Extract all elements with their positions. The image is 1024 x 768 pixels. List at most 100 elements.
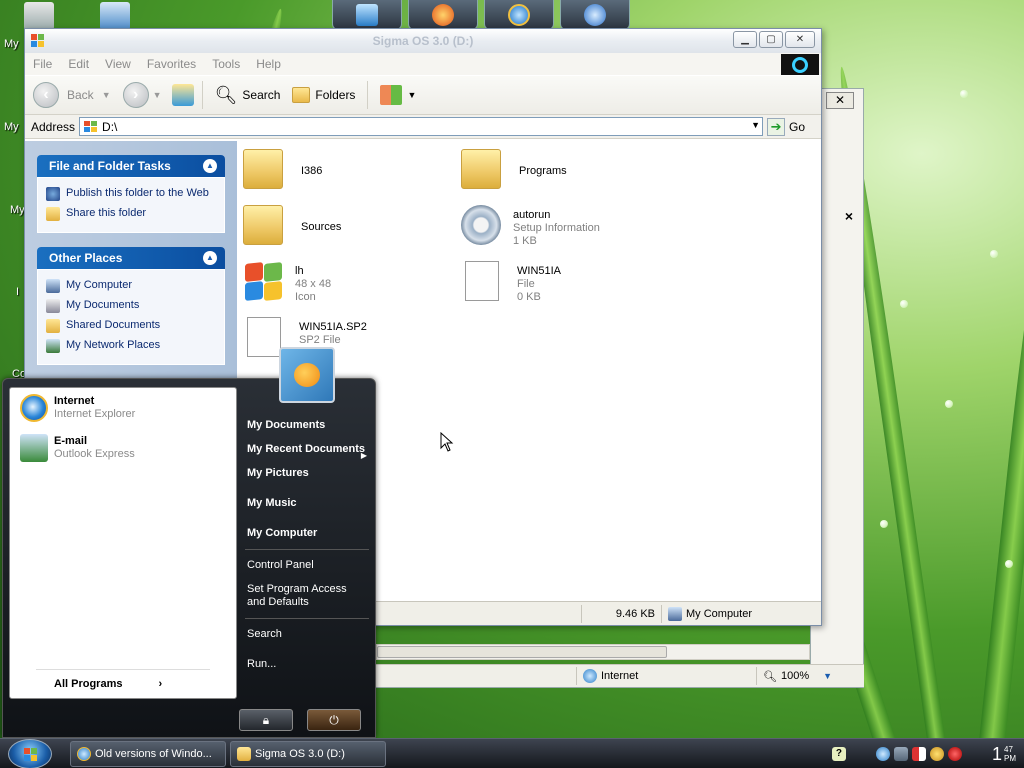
panel-header[interactable]: File and Folder Tasks ▲ [37, 155, 225, 177]
close-button[interactable]: ✕ [785, 31, 815, 48]
dock-item[interactable] [408, 0, 478, 30]
clock[interactable]: 1 47 PM [992, 744, 1016, 765]
ie-zoom[interactable]: 🔍︎ 100% ▼ [756, 667, 856, 685]
menu-set-program-access[interactable]: Set Program Access and Defaults [245, 583, 369, 609]
start-button[interactable] [8, 739, 52, 768]
menu-edit[interactable]: Edit [68, 57, 89, 71]
chevron-down-icon[interactable]: ▼ [823, 671, 832, 681]
desktop-icon-label[interactable]: My [10, 204, 25, 216]
menu-control-panel[interactable]: Control Panel [245, 559, 369, 572]
magnifier-icon: 🔍︎ [763, 670, 777, 683]
dew-drop [945, 400, 953, 408]
status-size: 9.46 KB [581, 604, 661, 623]
ie-info-bar-close-icon[interactable]: × [838, 206, 860, 226]
chevron-down-icon[interactable]: ▼ [751, 120, 760, 130]
place-shared-documents[interactable]: Shared Documents [46, 316, 216, 336]
desktop-icon[interactable] [100, 2, 130, 30]
maximize-button[interactable]: ▢ [759, 31, 783, 48]
back-arrow-icon[interactable]: ‹ [33, 82, 59, 108]
documents-icon [46, 299, 60, 313]
chevron-down-icon[interactable]: ▼ [153, 90, 162, 100]
taskbar-button-browser[interactable]: Old versions of Windo... [70, 741, 226, 767]
shield-icon[interactable] [947, 747, 962, 761]
folders-button[interactable]: Folders [288, 87, 359, 103]
menu-view[interactable]: View [105, 57, 131, 71]
menu-my-music[interactable]: My Music [245, 497, 369, 510]
views-button[interactable]: ▼ [376, 85, 420, 105]
up-folder-icon[interactable] [171, 84, 194, 106]
address-bar: Address D:\ ▼ ➔ Go [25, 115, 821, 139]
menu-tools[interactable]: Tools [212, 57, 240, 71]
desktop-icon-label[interactable]: My [4, 38, 19, 50]
file-item[interactable]: lh 48 x 48 Icon [243, 261, 331, 304]
file-icon [247, 317, 281, 357]
menu-my-computer[interactable]: My Computer [245, 527, 369, 540]
file-item[interactable]: Sources [243, 205, 341, 245]
menu-my-pictures[interactable]: My Pictures [245, 467, 369, 480]
menu-my-recent-documents[interactable]: My Recent Documents ▶ [245, 443, 369, 460]
dew-drop [880, 520, 888, 528]
panel-header[interactable]: Other Places ▲ [37, 247, 225, 269]
title-bar[interactable]: Sigma OS 3.0 (D:) ▁ ▢ ✕ [25, 29, 821, 53]
pinned-title: Internet [54, 395, 95, 407]
file-icon [465, 261, 499, 301]
file-item[interactable]: Programs [461, 149, 567, 189]
collapse-icon[interactable]: ▲ [203, 159, 217, 173]
dock-item[interactable] [484, 0, 554, 30]
power-icon: ⏻ [329, 712, 339, 727]
help-icon[interactable]: ? [831, 747, 846, 761]
pinned-internet[interactable]: Internet Internet Explorer [10, 388, 236, 428]
network-icon[interactable] [875, 747, 890, 761]
search-button[interactable]: 🔍︎ Search [211, 85, 285, 106]
display-icon[interactable] [893, 747, 908, 761]
scroll-thumb[interactable] [377, 646, 667, 658]
desktop-icon[interactable] [24, 2, 54, 30]
power-button[interactable]: ⏻ [307, 709, 361, 731]
place-my-documents[interactable]: My Documents [46, 296, 216, 316]
go-button[interactable]: ➔ Go [767, 117, 805, 136]
file-item[interactable]: I386 [243, 149, 322, 189]
file-size: 1 KB [513, 235, 537, 247]
menu-file[interactable]: File [33, 57, 52, 71]
task-share[interactable]: Share this folder [46, 204, 216, 224]
forward-arrow-icon[interactable]: › [122, 82, 149, 108]
menu-favorites[interactable]: Favorites [147, 57, 196, 71]
dew-drop [1005, 560, 1013, 568]
firefox-icon [432, 3, 454, 26]
file-item[interactable]: autorun Setup Information 1 KB [461, 205, 600, 248]
desktop-icon-label[interactable]: I [16, 286, 19, 298]
file-type: Setup Information [513, 222, 600, 234]
minimize-button[interactable]: ▁ [733, 31, 757, 48]
security-icon[interactable] [911, 747, 926, 761]
task-publish[interactable]: Publish this folder to the Web [46, 184, 216, 204]
menu-search[interactable]: Search [245, 628, 369, 641]
desktop-icon-label[interactable]: My [4, 121, 19, 133]
menu-run[interactable]: Run... [245, 658, 369, 671]
status-location-label: My Computer [686, 607, 753, 620]
messenger-icon[interactable] [929, 747, 944, 761]
ie-horizontal-scrollbar[interactable] [376, 644, 810, 660]
dock-item[interactable] [332, 0, 402, 30]
clock-period: PM [1004, 754, 1016, 763]
dock-item[interactable] [560, 0, 630, 30]
collapse-icon[interactable]: ▲ [203, 251, 217, 265]
chevron-down-icon[interactable]: ▼ [102, 90, 111, 100]
place-network[interactable]: My Network Places [46, 336, 216, 356]
back-button-label[interactable]: Back [63, 88, 98, 102]
user-picture[interactable] [279, 347, 335, 403]
taskbar-button-explorer[interactable]: Sigma OS 3.0 (D:) [230, 741, 386, 767]
file-type: Icon [295, 291, 316, 303]
network-icon [46, 339, 60, 353]
file-size: 0 KB [517, 291, 541, 303]
file-item[interactable]: WIN51IA File 0 KB [465, 261, 561, 304]
ie-close-button[interactable]: ✕ [826, 92, 854, 109]
menu-my-documents[interactable]: My Documents [245, 419, 369, 432]
place-my-computer[interactable]: My Computer [46, 276, 216, 296]
address-input[interactable]: D:\ ▼ [79, 117, 764, 136]
toolbar: ‹ Back ▼ › ▼ 🔍︎ Search Folders ▼ [25, 75, 821, 115]
taskbar-button-label: Sigma OS 3.0 (D:) [255, 748, 345, 760]
menu-help[interactable]: Help [256, 57, 281, 71]
pinned-email[interactable]: E-mail Outlook Express [10, 428, 236, 468]
lock-button[interactable]: 🔒︎ [239, 709, 293, 731]
all-programs-button[interactable]: All Programs › [36, 669, 210, 690]
